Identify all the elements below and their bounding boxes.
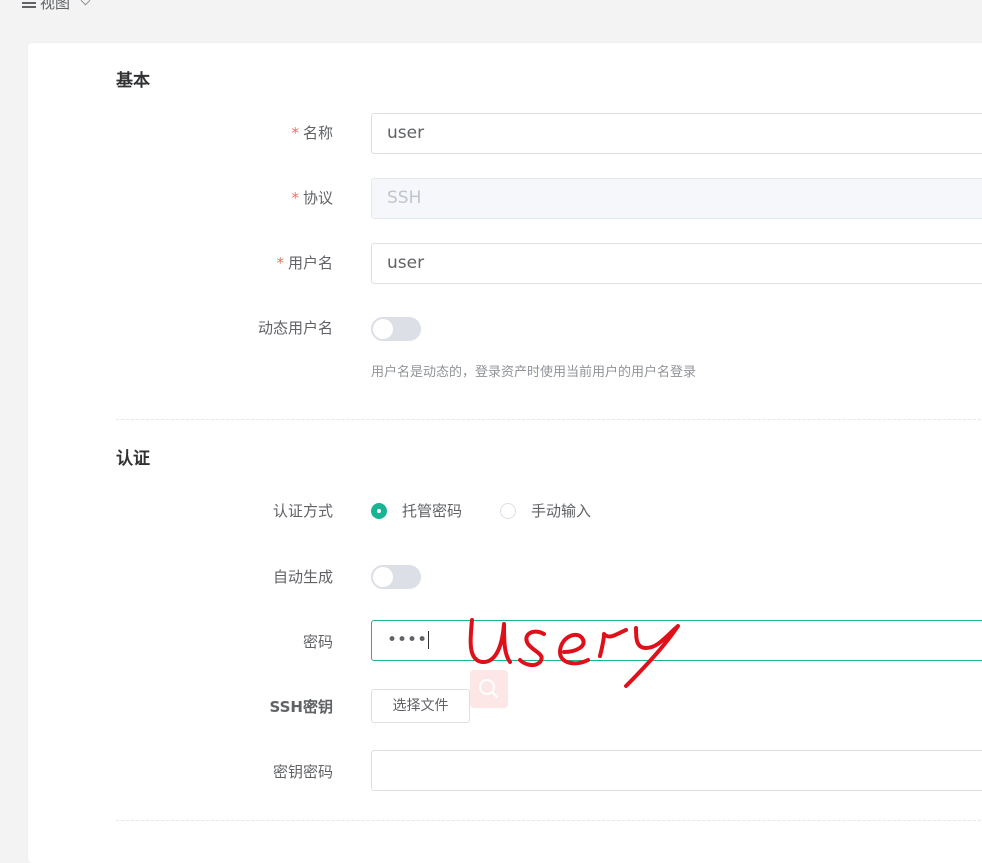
handwritten-annotation (468, 618, 680, 688)
required-star: * (291, 124, 299, 142)
username-input[interactable]: user (371, 243, 982, 284)
auto-generate-label: 自动生成 (272, 568, 333, 586)
name-input[interactable]: user (371, 113, 982, 154)
protocol-label: * 协议 (291, 189, 333, 207)
username-label: * 用户名 (276, 254, 333, 272)
switch-knob (373, 567, 393, 587)
view-menu-toggle[interactable]: 视图 (22, 0, 91, 13)
top-bar: 视图 (0, 0, 982, 20)
hamburger-icon (22, 0, 36, 8)
name-label: * 名称 (291, 124, 333, 142)
auth-method-radio-group: 托管密码 手动输入 (371, 500, 629, 521)
section-divider (116, 419, 982, 420)
text-caret (428, 631, 430, 649)
protocol-select[interactable]: SSH (371, 178, 982, 219)
auto-generate-switch[interactable] (371, 565, 421, 589)
password-label: 密码 (302, 633, 333, 651)
radio-managed-password[interactable]: 托管密码 (371, 500, 462, 521)
key-password-input[interactable] (371, 750, 982, 791)
switch-knob (373, 319, 393, 339)
key-password-label: 密钥密码 (272, 763, 333, 781)
radio-checked-icon (371, 502, 387, 519)
section-title-auth: 认证 (116, 449, 150, 469)
view-menu-label: 视图 (40, 0, 71, 12)
radio-unchecked-icon (500, 502, 517, 519)
dynamic-username-label: 动态用户名 (257, 319, 333, 337)
auth-method-label: 认证方式 (272, 502, 333, 520)
form-card (28, 43, 982, 863)
required-star: * (276, 254, 284, 272)
dynamic-username-hint: 用户名是动态的，登录资产时使用当前用户的用户名登录 (371, 365, 697, 380)
radio-manual-input[interactable]: 手动输入 (500, 500, 591, 521)
section-divider (116, 820, 982, 821)
required-star: * (291, 189, 299, 207)
section-title-basic: 基本 (116, 71, 150, 91)
password-value: •••• (387, 630, 428, 650)
ssh-key-label: SSH密钥 (269, 698, 334, 716)
chevron-down-icon (80, 0, 91, 6)
dynamic-username-switch[interactable] (371, 317, 421, 341)
choose-file-button[interactable]: 选择文件 (371, 689, 470, 723)
